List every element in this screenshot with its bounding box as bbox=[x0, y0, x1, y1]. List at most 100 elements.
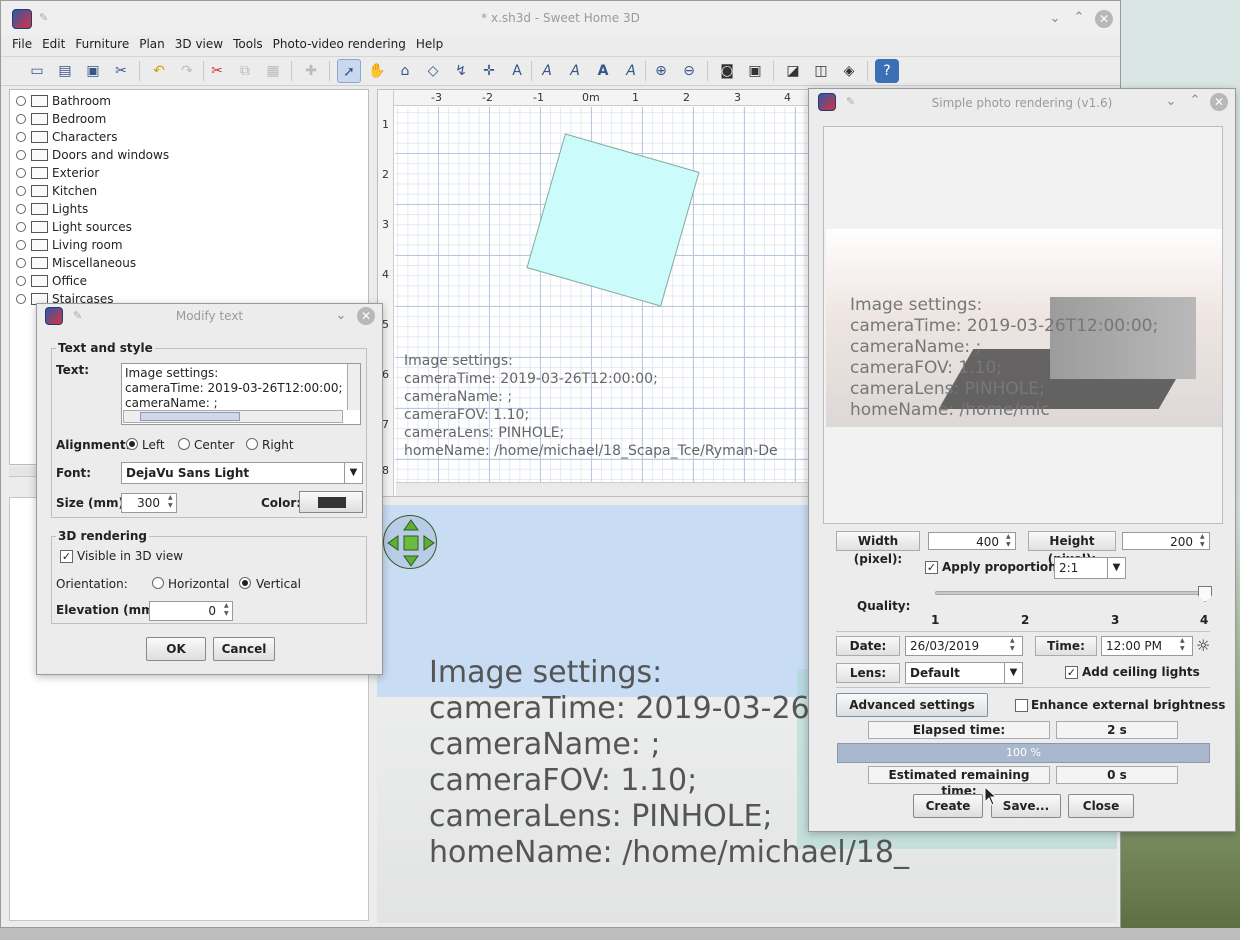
orient-vertical-radio[interactable] bbox=[239, 577, 251, 589]
create-rooms-icon[interactable]: ◇ bbox=[421, 59, 445, 83]
bold-text-icon[interactable]: A bbox=[591, 59, 615, 83]
close-icon[interactable]: ✕ bbox=[1210, 93, 1228, 111]
cut-icon[interactable]: ✂ bbox=[205, 59, 229, 83]
preferences-icon[interactable]: ✂ bbox=[109, 59, 133, 83]
font-combo[interactable]: DejaVu Sans Light ▼ bbox=[121, 462, 363, 484]
help-icon[interactable]: ? bbox=[875, 59, 899, 83]
main-titlebar[interactable]: ✎ * x.sh3d - Sweet Home 3D ⌄ ⌃ ✕ bbox=[1, 1, 1120, 35]
width-spinner-icon[interactable]: ▲ ▼ bbox=[1006, 533, 1016, 549]
create-button[interactable]: Create bbox=[913, 794, 983, 818]
tree-item-miscellaneous[interactable]: Miscellaneous bbox=[10, 254, 368, 272]
align-center-radio[interactable] bbox=[178, 438, 190, 450]
align-left-label[interactable]: Left bbox=[142, 438, 165, 452]
create-polylines-icon[interactable]: ↯ bbox=[449, 59, 473, 83]
tree-item-exterior[interactable]: Exterior bbox=[10, 164, 368, 182]
minimize-icon[interactable]: ⌄ bbox=[1047, 11, 1063, 27]
create-dimensions-icon[interactable]: ✛ bbox=[477, 59, 501, 83]
cancel-button[interactable]: Cancel bbox=[213, 637, 275, 661]
proportion-combo[interactable]: 2:1 ▼ bbox=[1054, 557, 1126, 579]
width-input[interactable]: 400 bbox=[928, 532, 1016, 550]
time-spinner-icon[interactable]: ▲ ▼ bbox=[1180, 637, 1190, 653]
copy-icon[interactable]: ⧉ bbox=[233, 59, 257, 83]
orient-vertical-label[interactable]: Vertical bbox=[256, 577, 301, 591]
redo-icon[interactable]: ↷ bbox=[175, 59, 199, 83]
close-button[interactable]: Close bbox=[1068, 794, 1134, 818]
create-photo-icon[interactable]: ◙ bbox=[715, 59, 739, 83]
plugin-plan-icon[interactable]: ◫ bbox=[809, 59, 833, 83]
save-button[interactable]: Save... bbox=[991, 794, 1061, 818]
sun-icon[interactable]: ☼ bbox=[1196, 636, 1210, 655]
plugin-tool-icon[interactable]: ◈ bbox=[837, 59, 861, 83]
menu-photo-video[interactable]: Photo-video rendering bbox=[268, 35, 411, 53]
create-walls-icon[interactable]: ⌂ bbox=[393, 59, 417, 83]
minimize-icon[interactable]: ⌄ bbox=[333, 308, 349, 324]
visible-3d-checkbox[interactable]: ✓ bbox=[60, 550, 73, 563]
maximize-icon[interactable]: ⌃ bbox=[1071, 10, 1087, 26]
ok-button[interactable]: OK bbox=[146, 637, 206, 661]
menu-3d-view[interactable]: 3D view bbox=[170, 35, 228, 53]
elevation-input[interactable]: 0 bbox=[149, 601, 233, 621]
orient-horizontal-radio[interactable] bbox=[152, 577, 164, 589]
date-input[interactable]: 26/03/2019 bbox=[905, 636, 1023, 656]
tree-item-light-sources[interactable]: Light sources bbox=[10, 218, 368, 236]
pan-mode-icon[interactable]: ✋ bbox=[365, 59, 389, 83]
zoom-out-icon[interactable]: ⊖ bbox=[677, 59, 701, 83]
align-right-label[interactable]: Right bbox=[262, 438, 294, 452]
orient-horizontal-label[interactable]: Horizontal bbox=[168, 577, 229, 591]
chevron-down-icon[interactable]: ▼ bbox=[344, 463, 362, 483]
quality-slider[interactable] bbox=[935, 591, 1205, 595]
minimize-icon[interactable]: ⌄ bbox=[1163, 94, 1179, 110]
size-spinner-icon[interactable]: ▲ ▼ bbox=[168, 494, 178, 510]
tree-item-kitchen[interactable]: Kitchen bbox=[10, 182, 368, 200]
color-button[interactable] bbox=[299, 491, 363, 513]
tree-item-characters[interactable]: Characters bbox=[10, 128, 368, 146]
italic-text-icon[interactable]: A bbox=[619, 59, 643, 83]
save-icon[interactable]: ▣ bbox=[81, 59, 105, 83]
tree-item-bathroom[interactable]: Bathroom bbox=[10, 92, 368, 110]
plugin-export-icon[interactable]: ◪ bbox=[781, 59, 805, 83]
plan-horizontal-scrollbar[interactable] bbox=[396, 482, 808, 496]
enhance-brightness-checkbox[interactable] bbox=[1015, 699, 1028, 712]
new-home-icon[interactable]: ▭ bbox=[25, 59, 49, 83]
paste-icon[interactable]: ▦ bbox=[261, 59, 285, 83]
open-icon[interactable]: ▤ bbox=[53, 59, 77, 83]
lens-combo[interactable]: Default ▼ bbox=[905, 662, 1023, 684]
chevron-down-icon[interactable]: ▼ bbox=[1004, 663, 1022, 683]
tree-item-bedroom[interactable]: Bedroom bbox=[10, 110, 368, 128]
tree-item-doors-windows[interactable]: Doors and windows bbox=[10, 146, 368, 164]
align-center-label[interactable]: Center bbox=[194, 438, 234, 452]
create-video-icon[interactable]: ▣ bbox=[743, 59, 767, 83]
plan-text-label[interactable]: Image settings: cameraTime: 2019-03-26T1… bbox=[404, 352, 778, 460]
plan-view[interactable]: -3 -2 -1 0m 1 2 3 4 1 2 3 4 5 6 7 8 Imag… bbox=[377, 89, 809, 497]
text-area-vscrollbar[interactable] bbox=[347, 364, 360, 410]
tree-item-office[interactable]: Office bbox=[10, 272, 368, 290]
advanced-settings-button[interactable]: Advanced settings bbox=[836, 693, 988, 717]
add-text-icon[interactable]: A bbox=[505, 59, 529, 83]
apply-proportions-checkbox[interactable]: ✓ bbox=[925, 561, 938, 574]
ceiling-lights-checkbox[interactable]: ✓ bbox=[1065, 666, 1078, 679]
undo-icon[interactable]: ↶ bbox=[147, 59, 171, 83]
decrease-text-icon[interactable]: A bbox=[563, 59, 587, 83]
apply-proportions-label[interactable]: Apply proportions: bbox=[942, 560, 1069, 574]
menu-help[interactable]: Help bbox=[411, 35, 448, 53]
increase-text-icon[interactable]: A bbox=[535, 59, 559, 83]
tree-item-lights[interactable]: Lights bbox=[10, 200, 368, 218]
height-input[interactable]: 200 bbox=[1122, 532, 1210, 550]
ceiling-lights-label[interactable]: Add ceiling lights bbox=[1082, 665, 1200, 679]
menu-tools[interactable]: Tools bbox=[228, 35, 268, 53]
add-furniture-icon[interactable]: ✚ bbox=[299, 59, 323, 83]
select-mode-icon[interactable]: ➚ bbox=[337, 59, 361, 83]
menu-edit[interactable]: Edit bbox=[37, 35, 70, 53]
align-right-radio[interactable] bbox=[246, 438, 258, 450]
maximize-icon[interactable]: ⌃ bbox=[1187, 93, 1203, 109]
3d-navigation-arrows-icon[interactable] bbox=[383, 515, 437, 569]
enhance-brightness-label[interactable]: Enhance external brightness bbox=[1031, 698, 1225, 712]
date-spinner-icon[interactable]: ▲ ▼ bbox=[1010, 637, 1020, 653]
tree-item-living-room[interactable]: Living room bbox=[10, 236, 368, 254]
zoom-in-icon[interactable]: ⊕ bbox=[649, 59, 673, 83]
chevron-down-icon[interactable]: ▼ bbox=[1107, 558, 1125, 578]
close-icon[interactable]: ✕ bbox=[357, 307, 375, 325]
align-left-radio[interactable] bbox=[126, 438, 138, 450]
text-area-hscrollbar[interactable] bbox=[123, 410, 343, 423]
menu-plan[interactable]: Plan bbox=[134, 35, 170, 53]
